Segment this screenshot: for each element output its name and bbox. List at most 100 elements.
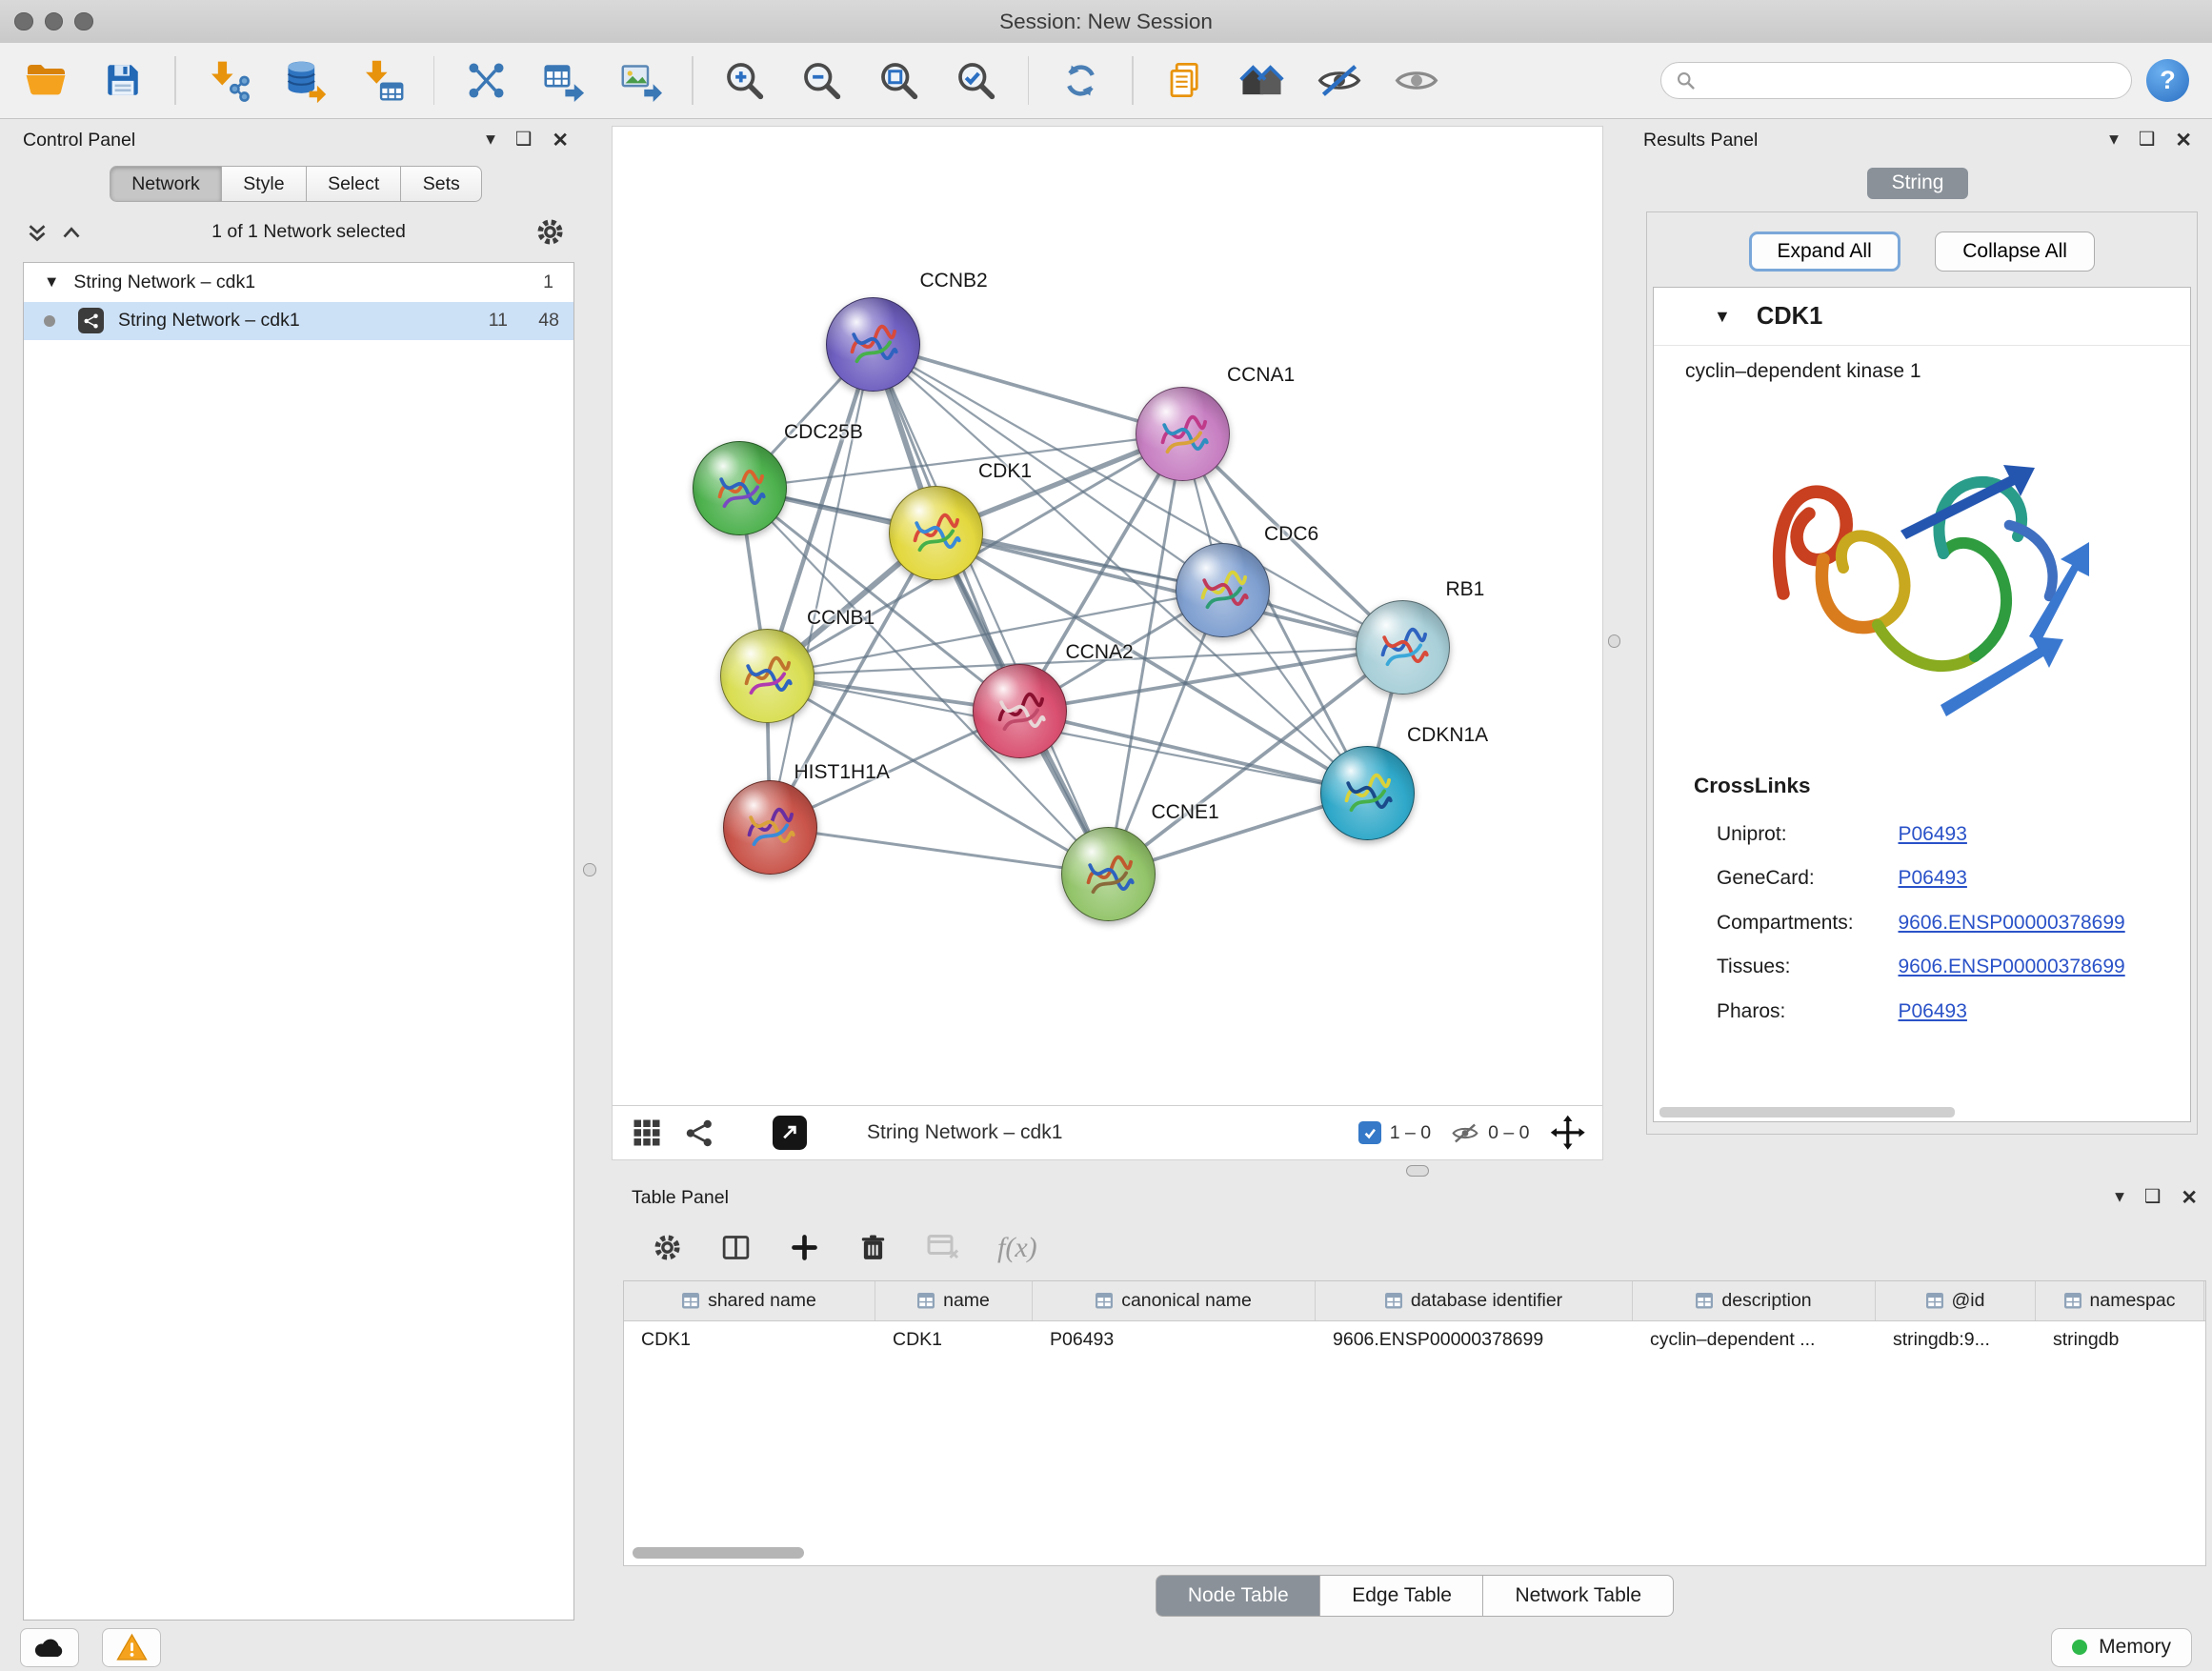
export-table-button[interactable] (532, 50, 594, 111)
table-toolbar: f(x) (617, 1215, 2212, 1280)
crosslink-link-pharos[interactable]: P06493 (1899, 1000, 1967, 1023)
column-header-canonical-name[interactable]: canonical name (1033, 1281, 1316, 1320)
table-cell-database-identifier[interactable]: 9606.ENSP00000378699 (1316, 1329, 1633, 1351)
collapse-all-button[interactable]: Collapse All (1935, 232, 2096, 272)
collapse-all-chevron-icon[interactable] (60, 221, 83, 244)
help-button[interactable]: ? (2146, 59, 2189, 102)
open-dashboard-button[interactable] (1231, 50, 1294, 111)
network-node-ccnb2[interactable] (826, 297, 920, 392)
left-splitter-grip[interactable] (583, 863, 596, 876)
bottom-splitter-grip[interactable] (1406, 1165, 1429, 1177)
show-columns-icon[interactable] (720, 1232, 752, 1263)
new-network-button[interactable] (454, 50, 517, 111)
table-cell-id[interactable]: stringdb:9... (1876, 1329, 2036, 1351)
warnings-button[interactable] (102, 1628, 161, 1667)
import-network-from-file-button[interactable] (196, 50, 259, 111)
table-settings-gear-icon[interactable] (652, 1232, 683, 1263)
control-tab-sets[interactable]: Sets (400, 166, 482, 202)
save-session-button[interactable] (91, 50, 154, 111)
search-input[interactable] (1704, 68, 2117, 92)
import-table-from-file-button[interactable] (351, 50, 413, 111)
tree-caret-icon[interactable]: ▼ (44, 273, 59, 292)
panel-float-icon[interactable]: ❑ (2144, 1188, 2161, 1207)
table-cell-name[interactable]: CDK1 (875, 1329, 1033, 1351)
table-cell-canonical-name[interactable]: P06493 (1033, 1329, 1316, 1351)
delete-column-trash-icon[interactable] (857, 1232, 889, 1263)
column-header-namespac[interactable]: namespac (2036, 1281, 2204, 1320)
column-header-shared-name[interactable]: shared name (624, 1281, 875, 1320)
network-node-cdc6[interactable] (1176, 543, 1270, 637)
panel-collapse-icon[interactable]: ▾ (486, 131, 495, 150)
export-view-button[interactable] (773, 1116, 807, 1150)
open-session-button[interactable] (14, 50, 77, 111)
network-node-rb1[interactable] (1356, 600, 1450, 695)
network-node-ccnb1[interactable] (720, 629, 814, 723)
panel-float-icon[interactable]: ❑ (2139, 131, 2155, 150)
show-hide-panel-button[interactable] (1385, 50, 1448, 111)
birds-eye-view-icon[interactable] (630, 1116, 664, 1150)
add-column-plus-icon[interactable] (789, 1232, 820, 1263)
control-tab-select[interactable]: Select (306, 166, 402, 202)
pan-move-icon[interactable] (1550, 1115, 1586, 1151)
table-cell-description[interactable]: cyclin–dependent ... (1633, 1329, 1876, 1351)
panel-close-icon[interactable]: ✕ (2175, 131, 2192, 151)
column-header-name[interactable]: name (875, 1281, 1033, 1320)
zoom-out-button[interactable] (791, 50, 854, 111)
memory-button[interactable]: Memory (2051, 1628, 2192, 1667)
crosslink-link-uniprot[interactable]: P06493 (1899, 823, 1967, 846)
zoom-fit-button[interactable] (868, 50, 931, 111)
network-node-ccna2[interactable] (973, 664, 1067, 758)
results-tab-string[interactable]: String (1867, 168, 1968, 199)
network-node-hist1h1a[interactable] (723, 780, 817, 875)
panel-collapse-icon[interactable]: ▾ (2109, 131, 2119, 150)
table-row[interactable]: CDK1CDK1P064939606.ENSP00000378699cyclin… (624, 1321, 2205, 1360)
expand-all-chevron-icon[interactable] (26, 221, 49, 244)
network-node-ccna1[interactable] (1136, 387, 1230, 481)
network-view[interactable]: CCNB2CCNA1CDC25BCDK1CDC6RB1CCNB1CCNA2CDK… (612, 126, 1603, 1160)
expand-all-button[interactable]: Expand All (1749, 232, 1900, 272)
crosslink-link-tissues[interactable]: 9606.ENSP00000378699 (1899, 956, 2125, 978)
network-collection-row[interactable]: ▼ String Network – cdk1 1 (24, 263, 573, 302)
crosslink-link-genecard[interactable]: P06493 (1899, 867, 1967, 890)
panel-close-icon[interactable]: ✕ (2181, 1188, 2198, 1208)
apply-layout-button[interactable] (1049, 50, 1112, 111)
table-cell-namespac[interactable]: stringdb (2036, 1329, 2204, 1351)
import-network-from-database-button[interactable] (273, 50, 336, 111)
tab-edge-table[interactable]: Edge Table (1319, 1575, 1484, 1617)
panel-close-icon[interactable]: ✕ (552, 131, 569, 151)
cloud-status-button[interactable] (20, 1628, 79, 1667)
column-header-id[interactable]: @id (1876, 1281, 2036, 1320)
card-horizontal-scrollbar[interactable] (1659, 1107, 1955, 1117)
zoom-in-button[interactable] (714, 50, 776, 111)
selected-checkbox-icon[interactable] (1358, 1121, 1381, 1144)
control-tab-network[interactable]: Network (110, 166, 223, 202)
crosslink-link-compartments[interactable]: 9606.ENSP00000378699 (1899, 912, 2125, 935)
tab-network-table[interactable]: Network Table (1482, 1575, 1674, 1617)
hidden-eye-icon[interactable] (1451, 1120, 1479, 1146)
zoom-selected-button[interactable] (945, 50, 1008, 111)
right-splitter-grip[interactable] (1608, 634, 1621, 648)
share-network-icon[interactable] (684, 1117, 715, 1149)
table-panel-title: Table Panel (632, 1187, 729, 1209)
function-builder-button[interactable]: f(x) (997, 1232, 1037, 1264)
table-cell-shared-name[interactable]: CDK1 (624, 1329, 875, 1351)
network-row-selected[interactable]: String Network – cdk1 11 48 (24, 302, 573, 341)
column-header-database-identifier[interactable]: database identifier (1316, 1281, 1633, 1320)
network-node-cdc25b[interactable] (693, 441, 787, 535)
control-tab-style[interactable]: Style (221, 166, 307, 202)
network-node-cdkn1a[interactable] (1320, 746, 1415, 840)
toggle-graphics-details-button[interactable] (1308, 50, 1371, 111)
column-header-description[interactable]: description (1633, 1281, 1876, 1320)
panel-collapse-icon[interactable]: ▾ (2115, 1188, 2124, 1207)
node-details-header[interactable]: ▼ CDK1 (1654, 288, 2190, 346)
gear-icon[interactable] (534, 216, 566, 248)
export-image-button[interactable] (609, 50, 672, 111)
network-node-ccne1[interactable] (1061, 827, 1156, 921)
network-canvas[interactable]: CCNB2CCNA1CDC25BCDK1CDC6RB1CCNB1CCNA2CDK… (613, 127, 1602, 1105)
table-horizontal-scrollbar[interactable] (633, 1547, 804, 1559)
copy-button[interactable] (1154, 50, 1217, 111)
network-node-cdk1[interactable] (889, 486, 983, 580)
panel-float-icon[interactable]: ❑ (515, 131, 532, 150)
tab-node-table[interactable]: Node Table (1156, 1575, 1321, 1617)
collapse-caret-icon[interactable]: ▼ (1714, 307, 1731, 327)
